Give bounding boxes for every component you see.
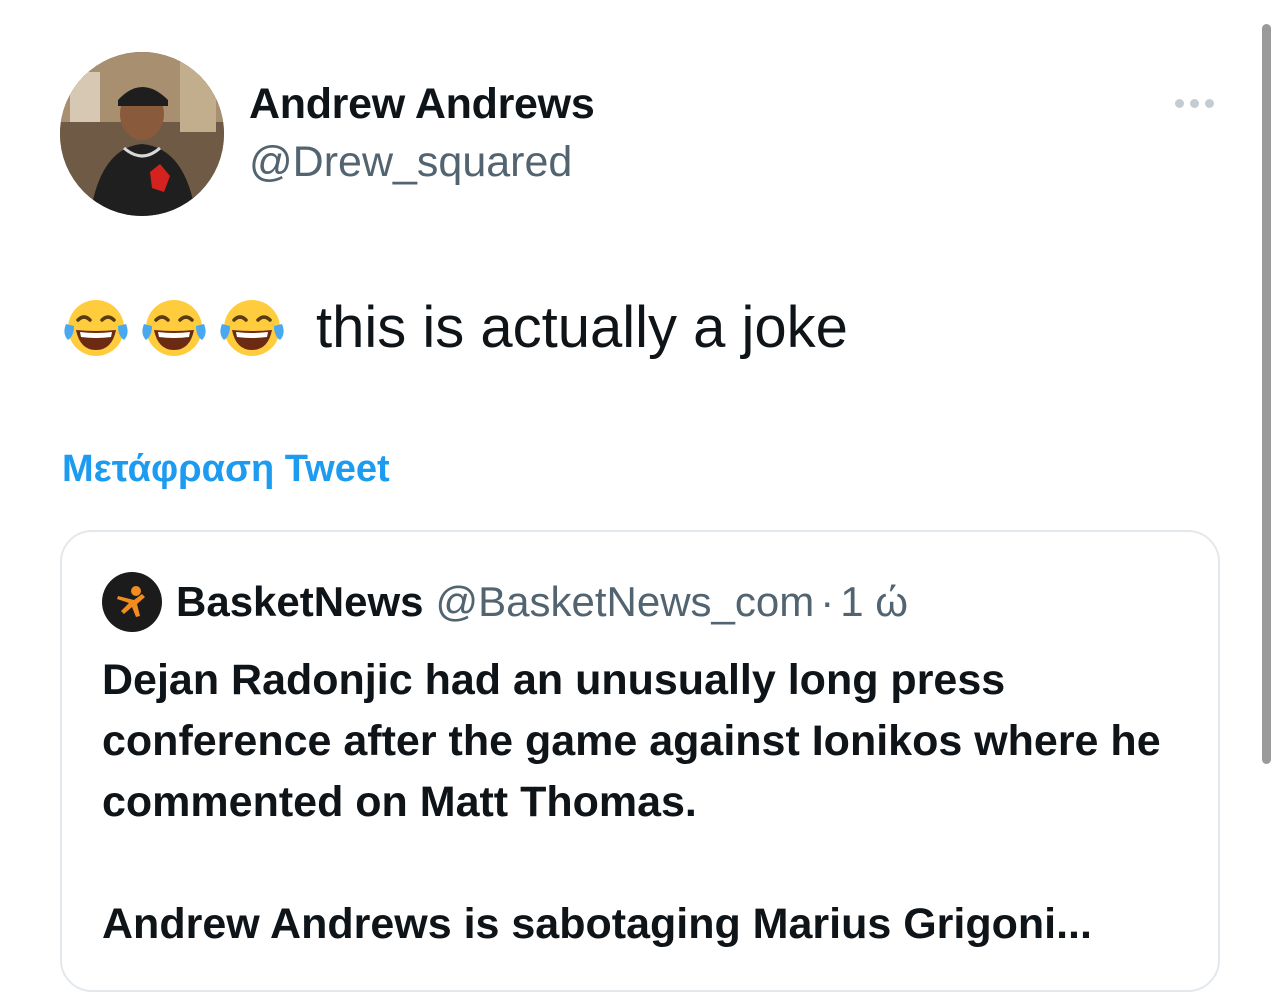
quoted-tweet-card[interactable]: BasketNews @BasketNews_com · 1 ώ Dejan R… [60,530,1220,992]
dot-icon [1174,98,1184,108]
quoted-paragraph: Andrew Andrews is sabotaging Marius Grig… [102,900,1092,948]
quoted-tweet-header: BasketNews @BasketNews_com · 1 ώ [102,572,908,632]
quoted-tweet-text: Dejan Radonjic had an unusually long pre… [102,650,1192,955]
separator-dot: · [820,578,835,625]
face-with-tears-of-joy-icon [62,294,130,362]
quoted-tweet-time[interactable]: 1 ώ [840,578,908,626]
author-handle[interactable]: @Drew_squared [249,138,572,187]
more-options-button[interactable] [1168,88,1220,118]
quoted-paragraph: Dejan Radonjic had an unusually long pre… [102,656,1161,826]
basketnews-logo-icon [102,572,162,632]
scrollbar[interactable] [1262,24,1271,764]
quoted-author-name[interactable]: BasketNews [176,578,423,626]
dot-icon [1189,98,1199,108]
author-display-name[interactable]: Andrew Andrews [249,80,595,129]
quoted-author-handle[interactable]: @BasketNews_com [435,578,814,626]
tweet-text: this is actually a joke [62,293,848,363]
avatar-photo [60,52,224,216]
face-with-tears-of-joy-icon [218,294,286,362]
dot-icon [1204,98,1214,108]
author-avatar[interactable] [60,52,224,216]
tweet-body-text: this is actually a joke [316,295,848,360]
translate-tweet-link[interactable]: Μετάφραση Tweet [62,448,390,491]
tweet-detail: Andrew Andrews @Drew_squared this is act… [0,0,1280,994]
face-with-tears-of-joy-icon [140,294,208,362]
